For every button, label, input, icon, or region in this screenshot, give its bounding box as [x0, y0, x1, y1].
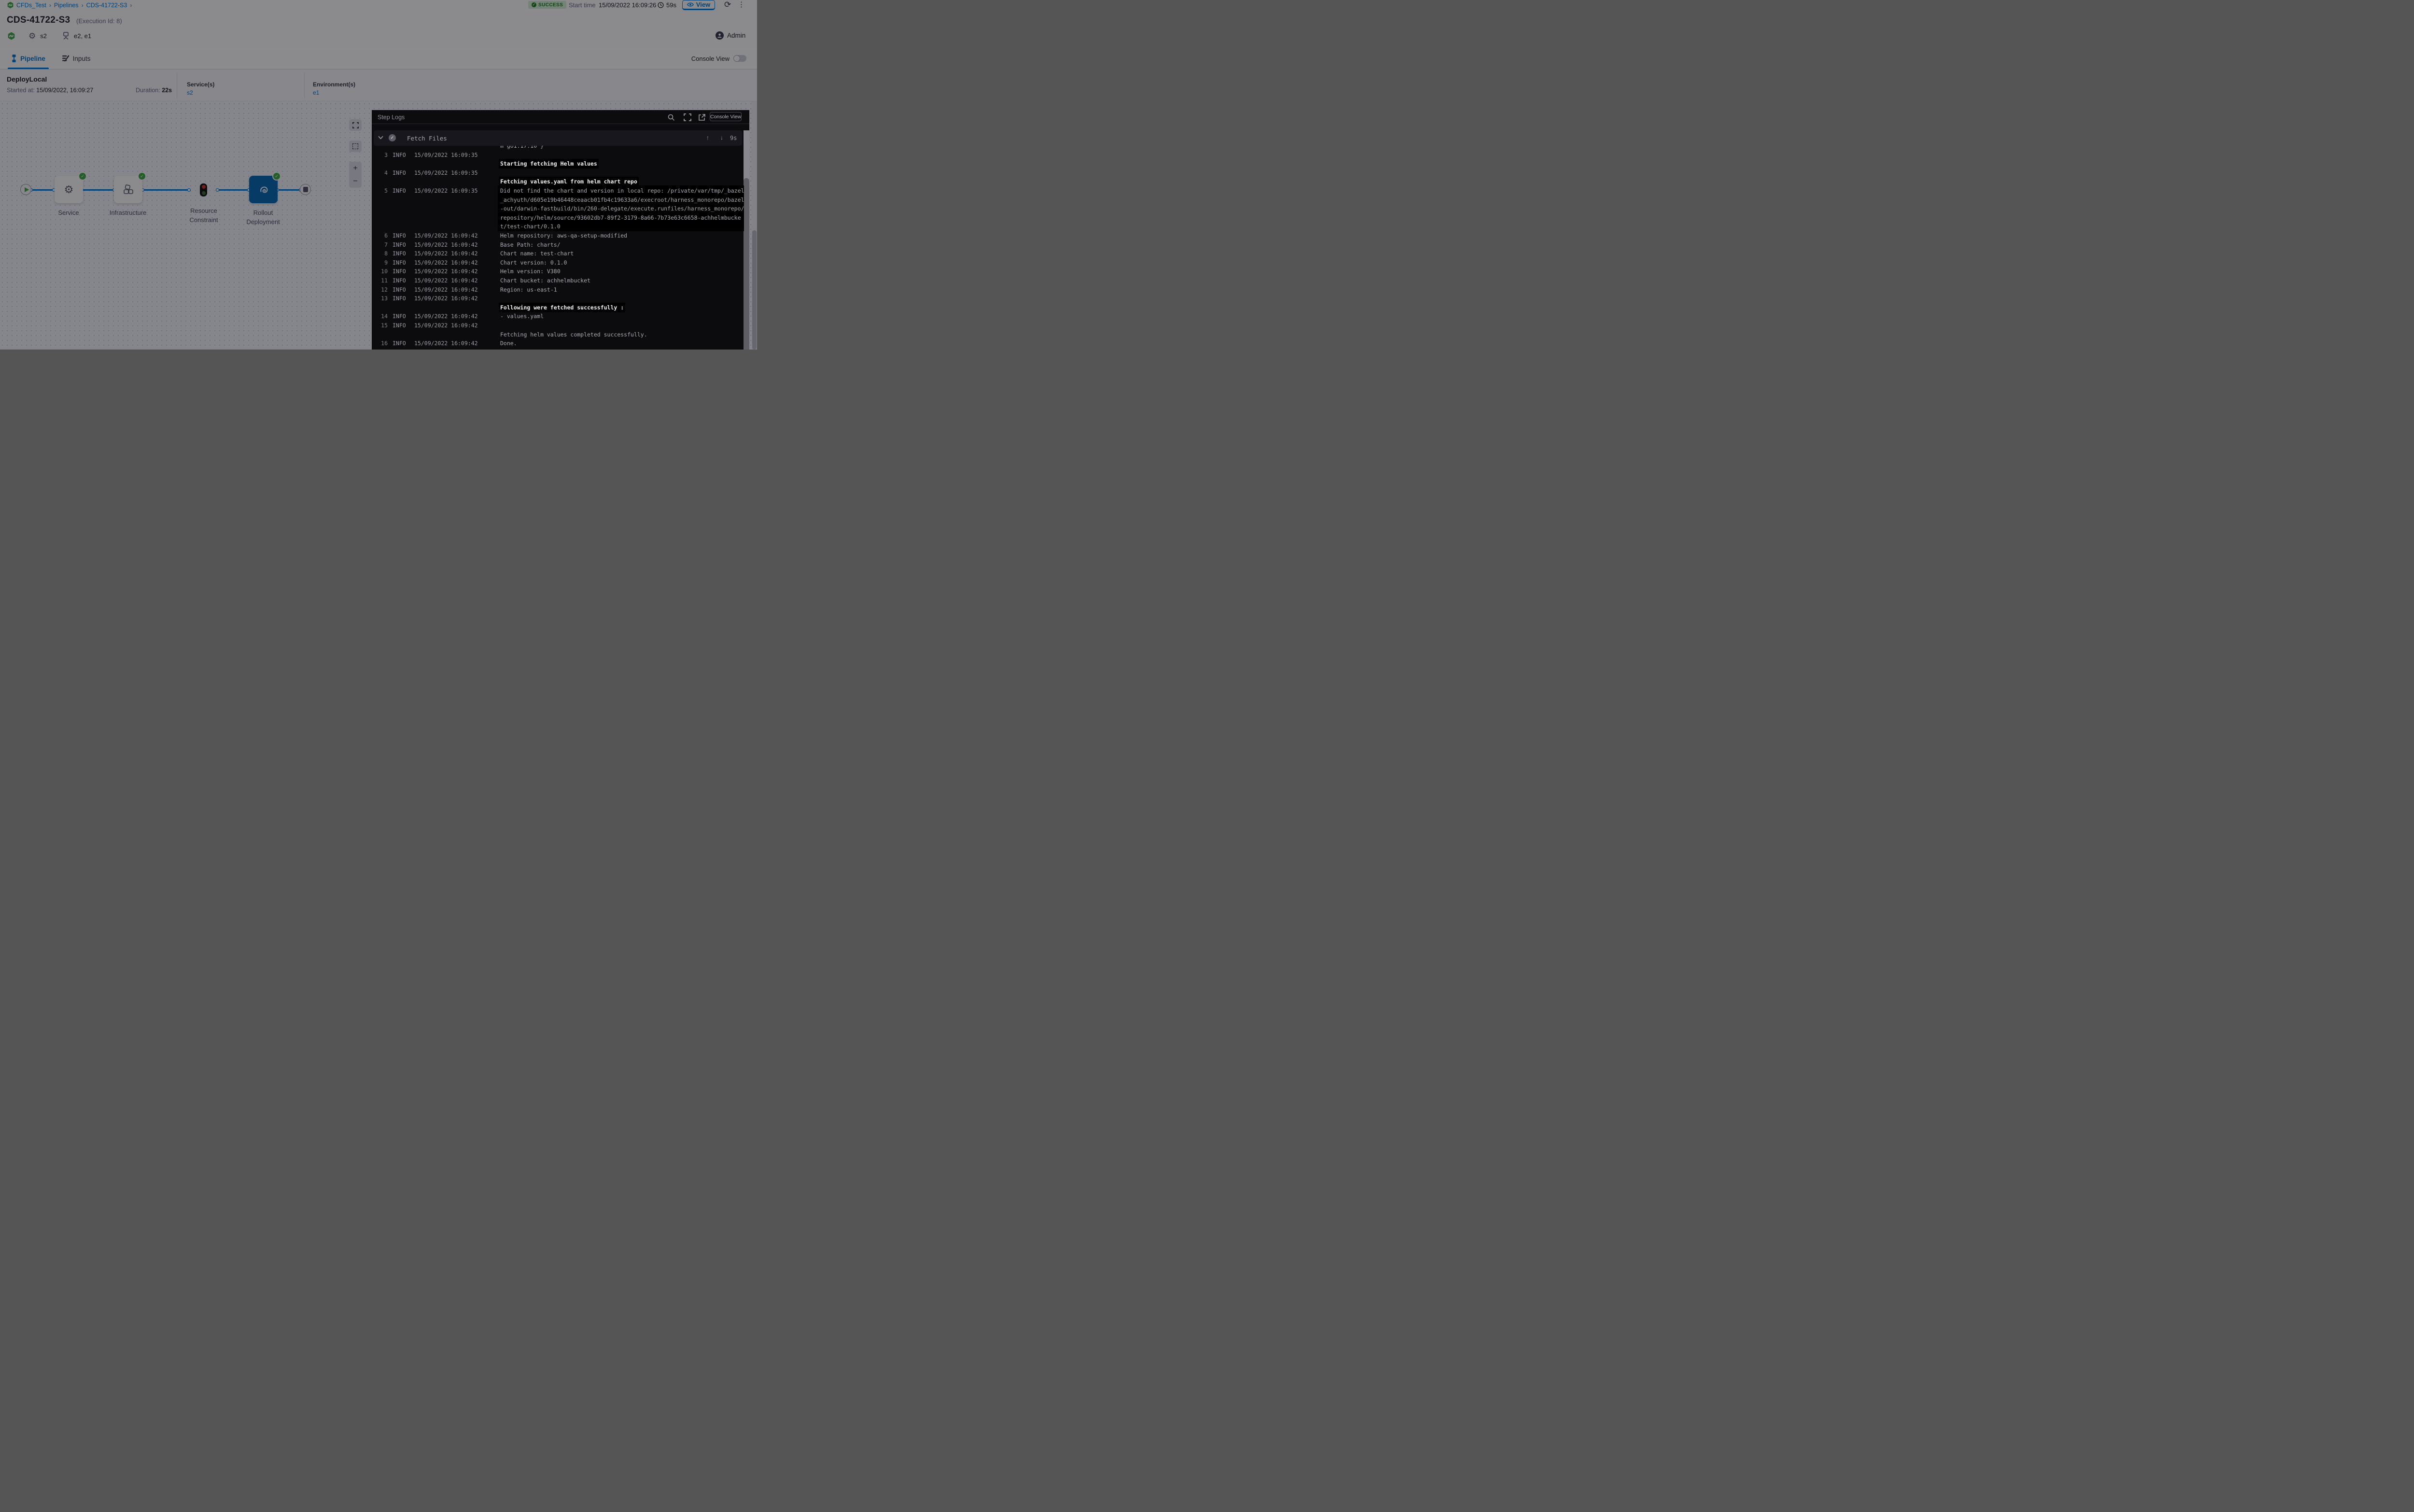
step-duration: 9s	[730, 135, 737, 141]
scroll-up-icon[interactable]: ↑	[706, 134, 709, 141]
log-line: 14INFO15/09/2022 16:09:42- values.yaml	[372, 313, 744, 322]
step-name: Fetch Files	[407, 135, 447, 142]
log-line: 5INFO15/09/2022 16:09:35Did not find the…	[372, 187, 744, 196]
log-line: Following were fetched successfully :	[372, 304, 744, 313]
scroll-down-icon[interactable]: ↓	[720, 134, 723, 141]
step-success-icon: ✓	[389, 134, 396, 141]
log-line: 3INFO15/09/2022 16:09:35	[372, 152, 744, 161]
log-line: 15INFO15/09/2022 16:09:42	[372, 322, 744, 331]
log-line: 11INFO15/09/2022 16:09:42Chart bucket: a…	[372, 277, 744, 286]
log-line: 9INFO15/09/2022 16:09:42Chart version: 0…	[372, 259, 744, 268]
log-line: 8INFO15/09/2022 16:09:42Chart name: test…	[372, 250, 744, 259]
log-line: t/test-chart/0.1.0	[372, 223, 744, 232]
log-line: 4INFO15/09/2022 16:09:35	[372, 169, 744, 179]
log-line: Starting fetching Helm values	[372, 160, 744, 169]
log-line: 6INFO15/09/2022 16:09:42Helm repository:…	[372, 232, 744, 241]
log-line: Fetching helm values completed successfu…	[372, 331, 744, 340]
log-line: 7INFO15/09/2022 16:09:42Base Path: chart…	[372, 241, 744, 251]
log-line: repository/helm/source/93602db7-89f2-317…	[372, 214, 744, 224]
log-line: _achyuth/d605e19b46448ceaacb01fb4c19633a…	[372, 196, 744, 206]
log-line: 12INFO15/09/2022 16:09:42Region: us-east…	[372, 286, 744, 295]
chevron-down-icon[interactable]	[378, 136, 383, 140]
log-line: 16INFO15/09/2022 16:09:42Done.	[372, 340, 744, 349]
app-window: CFDs_Test › Pipelines › CDS-41722-S3 › C…	[0, 0, 757, 350]
log-section-fetch-files[interactable]: ✓ Fetch Files ↑ ↓ 9s	[374, 130, 742, 146]
log-line: -out/darwin-fastbuild/bin/260-delegate/e…	[372, 205, 744, 214]
log-line: 13INFO15/09/2022 16:09:42	[372, 295, 744, 304]
log-line: 10INFO15/09/2022 16:09:42Helm version: V…	[372, 268, 744, 277]
step-logs-panel: Step Logs Console View ✓ Fetch Files ↑ ↓…	[372, 110, 749, 350]
log-content: m go1.17.10"}3INFO15/09/2022 16:09:35Sta…	[372, 110, 749, 350]
